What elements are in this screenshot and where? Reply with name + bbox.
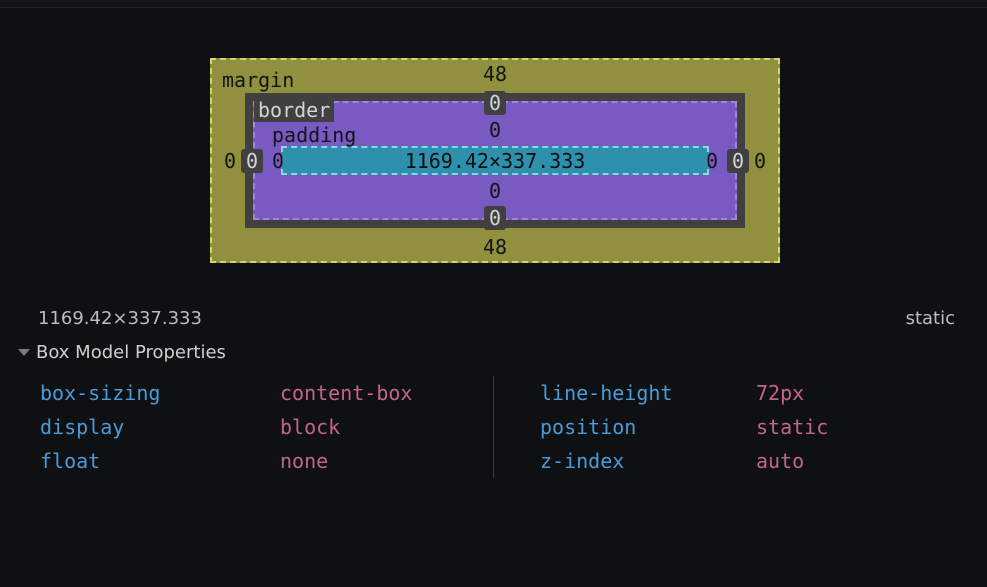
- element-position-kind: static: [906, 308, 955, 329]
- property-value[interactable]: static: [756, 415, 828, 439]
- box-model-diagram[interactable]: 1169.42×337.333 margin border padding 48…: [210, 58, 780, 263]
- property-row: z-index auto: [516, 444, 969, 478]
- property-value[interactable]: content-box: [280, 381, 412, 405]
- border-top-value[interactable]: 0: [484, 91, 506, 115]
- property-row: box-sizing content-box: [40, 376, 493, 410]
- property-name[interactable]: float: [40, 449, 280, 473]
- property-row: float none: [40, 444, 493, 478]
- box-model-properties: box-sizing content-box display block flo…: [18, 376, 969, 478]
- property-name[interactable]: line-height: [516, 381, 756, 405]
- window-topbar: [0, 0, 987, 8]
- properties-column-right: line-height 72px position static z-index…: [494, 376, 969, 478]
- property-row: line-height 72px: [516, 376, 969, 410]
- border-right-value[interactable]: 0: [727, 149, 749, 173]
- property-value[interactable]: none: [280, 449, 328, 473]
- property-row: display block: [40, 410, 493, 444]
- box-model-section-header[interactable]: Box Model Properties: [18, 342, 226, 363]
- info-row: 1169.42×337.333 static: [38, 308, 955, 329]
- section-title: Box Model Properties: [36, 342, 226, 363]
- property-name[interactable]: display: [40, 415, 280, 439]
- margin-label: margin: [222, 68, 294, 92]
- content-region[interactable]: 1169.42×337.333: [281, 146, 709, 175]
- property-value[interactable]: 72px: [756, 381, 804, 405]
- property-value[interactable]: auto: [756, 449, 804, 473]
- chevron-down-icon: [18, 349, 30, 356]
- padding-top-value[interactable]: 0: [483, 118, 507, 142]
- margin-bottom-value[interactable]: 48: [483, 235, 507, 259]
- margin-top-value[interactable]: 48: [483, 62, 507, 86]
- element-dimensions: 1169.42×337.333: [38, 308, 202, 329]
- padding-bottom-value[interactable]: 0: [483, 179, 507, 203]
- property-name[interactable]: z-index: [516, 449, 756, 473]
- property-row: position static: [516, 410, 969, 444]
- border-label: border: [254, 98, 334, 122]
- property-value[interactable]: block: [280, 415, 340, 439]
- margin-right-value[interactable]: 0: [748, 149, 772, 173]
- content-dimensions: 1169.42×337.333: [405, 149, 586, 173]
- property-name[interactable]: box-sizing: [40, 381, 280, 405]
- border-bottom-value[interactable]: 0: [484, 206, 506, 230]
- padding-left-value[interactable]: 0: [266, 149, 290, 173]
- layout-panel: 1169.42×337.333 margin border padding 48…: [0, 8, 987, 587]
- padding-right-value[interactable]: 0: [700, 149, 724, 173]
- padding-label: padding: [272, 123, 356, 147]
- property-name[interactable]: position: [516, 415, 756, 439]
- margin-left-value[interactable]: 0: [218, 149, 242, 173]
- border-left-value[interactable]: 0: [241, 149, 263, 173]
- properties-column-left: box-sizing content-box display block flo…: [18, 376, 493, 478]
